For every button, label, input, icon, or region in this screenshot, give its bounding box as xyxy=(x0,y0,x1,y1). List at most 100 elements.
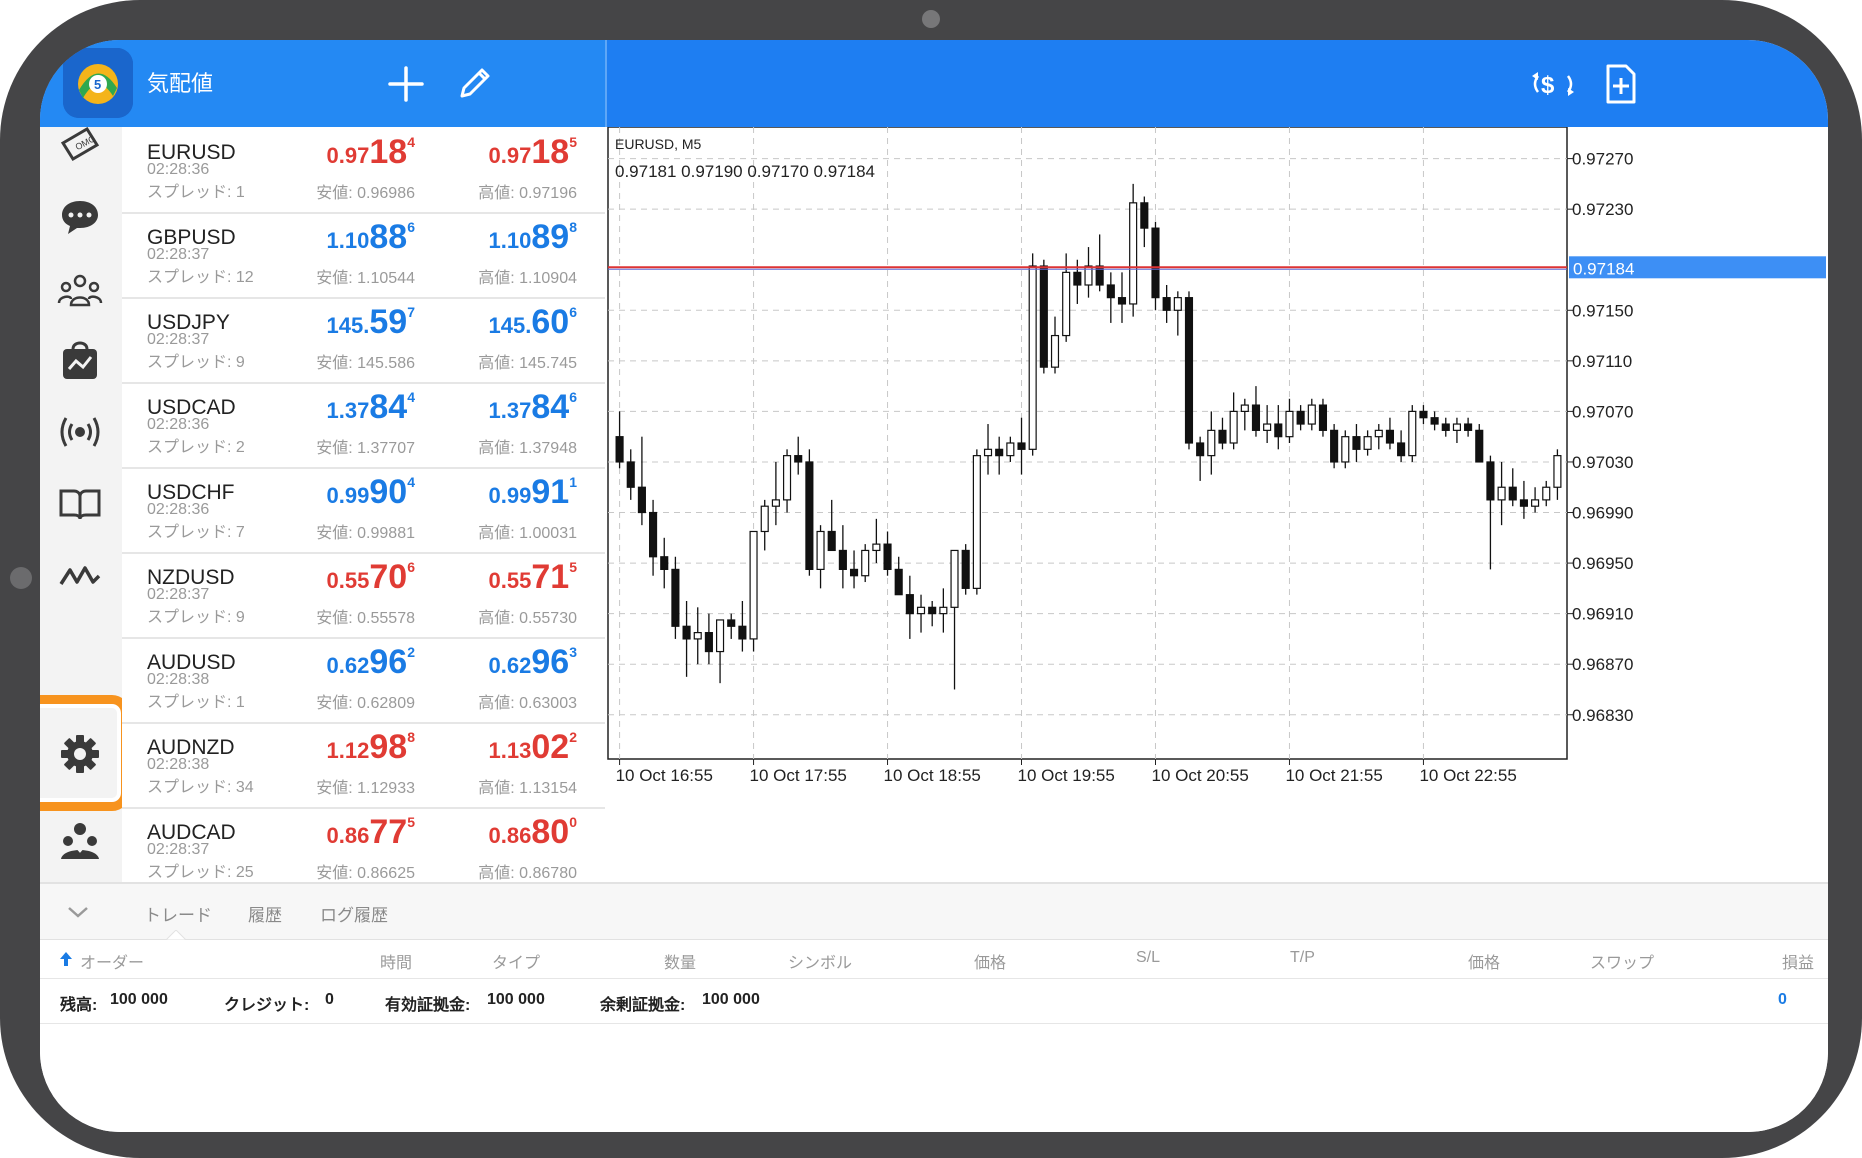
ask-price: 1.10898 xyxy=(489,218,577,257)
x-tick-label: 10 Oct 22:55 xyxy=(1419,766,1516,785)
candle-bearish xyxy=(894,568,903,596)
quote-row[interactable]: AUDNZD 02:28:38 スプレッド: 34 1.12988 1.13022 安値:… xyxy=(122,722,605,809)
nav-indicators[interactable] xyxy=(57,552,103,598)
tab-log[interactable]: ログ履歴 xyxy=(320,901,388,926)
candle-bullish xyxy=(693,632,702,640)
nav-news[interactable]: OMG xyxy=(57,123,103,169)
bid-price: 0.97184 xyxy=(327,133,415,172)
bid-price-pips: 59 xyxy=(369,303,408,341)
quote-spread: スプレッド: 9 xyxy=(147,354,245,371)
ask-price-pips: 60 xyxy=(531,303,570,341)
candle-bullish xyxy=(1263,423,1272,431)
quote-time: 02:28:37 xyxy=(147,331,210,348)
candle-bullish xyxy=(861,549,870,577)
quote-spread: スプレッド: 9 xyxy=(147,609,245,626)
bid-price-prefix: 0.97 xyxy=(326,143,370,168)
candle-bullish xyxy=(950,549,959,608)
nav-chat[interactable] xyxy=(57,195,103,241)
edit-list-button[interactable] xyxy=(452,62,496,106)
currency-button[interactable]: $ xyxy=(1528,62,1574,106)
tab-history[interactable]: 履歴 xyxy=(248,901,282,926)
ask-price-point: 0 xyxy=(569,814,577,830)
quote-row[interactable]: AUDUSD 02:28:38 スプレッド: 1 0.62962 0.62963 安値: … xyxy=(122,637,605,724)
ask-price-pips: 96 xyxy=(531,643,570,681)
ask-price-prefix: 145. xyxy=(488,313,532,338)
candle-bearish xyxy=(671,568,680,627)
bid-price-point: 7 xyxy=(407,304,415,320)
x-tick-label: 10 Oct 16:55 xyxy=(616,766,713,785)
quote-high: 高値: 1.10904 xyxy=(478,270,577,287)
add-symbol-button[interactable] xyxy=(384,62,428,106)
quote-row[interactable]: GBPUSD 02:28:37 スプレッド: 12 1.10886 1.10898 安値:… xyxy=(122,212,605,299)
nav-signals[interactable] xyxy=(57,409,103,455)
candle-bearish xyxy=(1464,423,1473,431)
y-tick-label: 0.97110 xyxy=(1572,352,1632,371)
quote-row[interactable]: AUDCAD 02:28:37 スプレッド: 25 0.86775 0.86800 安値:… xyxy=(122,807,605,894)
candle-bearish xyxy=(827,530,836,552)
y-tick-label: 0.96990 xyxy=(1572,504,1633,523)
candle-bearish xyxy=(660,556,669,571)
trade-terminal: トレード 履歴 ログ履歴 オーダー 時間 タイプ 数量 シンボル 価格 S/L … xyxy=(40,882,1828,1132)
candle-bullish xyxy=(771,499,780,507)
terminal-tabs: トレード 履歴 ログ履歴 xyxy=(40,884,1828,940)
bid-price-prefix: 0.62 xyxy=(326,653,370,678)
bid-price: 145.597 xyxy=(327,303,415,342)
nav-tutorial[interactable] xyxy=(57,481,103,527)
y-tick-label: 0.96870 xyxy=(1572,655,1633,674)
tab-trade[interactable]: トレード xyxy=(144,901,212,926)
candle-bearish xyxy=(1519,499,1528,507)
quote-row[interactable]: USDCHF 02:28:36 スプレッド: 7 0.99904 0.99911 安値: … xyxy=(122,467,605,554)
nav-settings[interactable] xyxy=(57,731,103,777)
quote-row[interactable]: NZDUSD 02:28:37 スプレッド: 9 0.55706 0.55715 安値: … xyxy=(122,552,605,639)
ask-price-pips: 18 xyxy=(531,133,570,171)
candle-bullish xyxy=(749,530,758,640)
quote-low: 安値: 145.586 xyxy=(316,355,415,372)
candle-bullish xyxy=(1173,297,1182,311)
ask-price: 0.99911 xyxy=(489,473,577,512)
quote-time: 02:28:36 xyxy=(147,501,210,518)
quote-row[interactable]: EURUSD 02:28:36 スプレッド: 1 0.97184 0.97185 安値: … xyxy=(122,127,605,214)
candlestick-chart[interactable]: 0.97270 0.97230 0.97150 0.97110 0.97070 0.970… xyxy=(607,127,1828,882)
left-navigation: OMG xyxy=(40,126,130,882)
nav-community[interactable] xyxy=(57,267,103,313)
candle-bullish xyxy=(1374,429,1383,438)
currency-exchange-icon: $ xyxy=(1532,72,1574,99)
y-tick-label: 0.97030 xyxy=(1572,453,1633,472)
new-order-button[interactable] xyxy=(1598,62,1642,106)
bid-price-prefix: 1.37 xyxy=(326,398,370,423)
sort-arrow-up-icon[interactable] xyxy=(60,952,72,966)
quotes-list: EURUSD 02:28:36 スプレッド: 1 0.97184 0.97185 安値: … xyxy=(122,127,605,894)
x-tick-label: 10 Oct 18:55 xyxy=(884,766,981,785)
nav-market[interactable] xyxy=(57,337,103,383)
quote-low: 安値: 0.96986 xyxy=(316,185,415,202)
candle-bullish xyxy=(1408,410,1417,457)
svg-text:5: 5 xyxy=(94,77,101,92)
tab-indicator xyxy=(166,930,186,940)
col-order[interactable]: オーダー xyxy=(80,949,144,973)
quote-row[interactable]: USDJPY 02:28:37 スプレッド: 9 145.597 145.606 安値: … xyxy=(122,297,605,384)
quote-high: 高値: 0.55730 xyxy=(478,610,577,627)
quote-high: 高値: 1.13154 xyxy=(478,780,577,797)
ask-price-prefix: 1.13 xyxy=(488,738,532,763)
quote-row[interactable]: USDCAD 02:28:36 スプレッド: 2 1.37844 1.37846 安値: … xyxy=(122,382,605,469)
chart-symbol-title: EURUSD, M5 xyxy=(615,136,702,152)
chart-ohlc-label: 0.97181 0.97190 0.97170 0.97184 xyxy=(615,162,875,181)
quote-low: 安値: 0.62809 xyxy=(316,695,415,712)
nav-traders[interactable] xyxy=(57,819,103,865)
signals-icon xyxy=(60,417,100,447)
price-chart[interactable]: 0.97270 0.97230 0.97150 0.97110 0.97070 0.970… xyxy=(607,127,1828,882)
candle-bearish xyxy=(1441,423,1450,431)
quote-time: 02:28:37 xyxy=(147,841,210,858)
candle-bearish xyxy=(1430,417,1439,425)
bid-price-point: 5 xyxy=(407,814,415,830)
app-screen: 5 気配値 $ OMG EURUSD 02:28:36 スプレッド: 1 0.9… xyxy=(40,40,1828,1132)
candle-bullish xyxy=(1129,202,1138,305)
y-tick-label: 0.97150 xyxy=(1572,301,1633,320)
quote-high: 高値: 0.97196 xyxy=(478,185,577,202)
metatrader-logo[interactable]: 5 xyxy=(63,48,133,118)
candle-bullish xyxy=(1207,429,1216,457)
bid-price-prefix: 145. xyxy=(326,313,370,338)
candle-bearish xyxy=(928,606,937,615)
candle-bullish xyxy=(1531,499,1540,507)
chevron-down-icon[interactable] xyxy=(66,904,90,920)
